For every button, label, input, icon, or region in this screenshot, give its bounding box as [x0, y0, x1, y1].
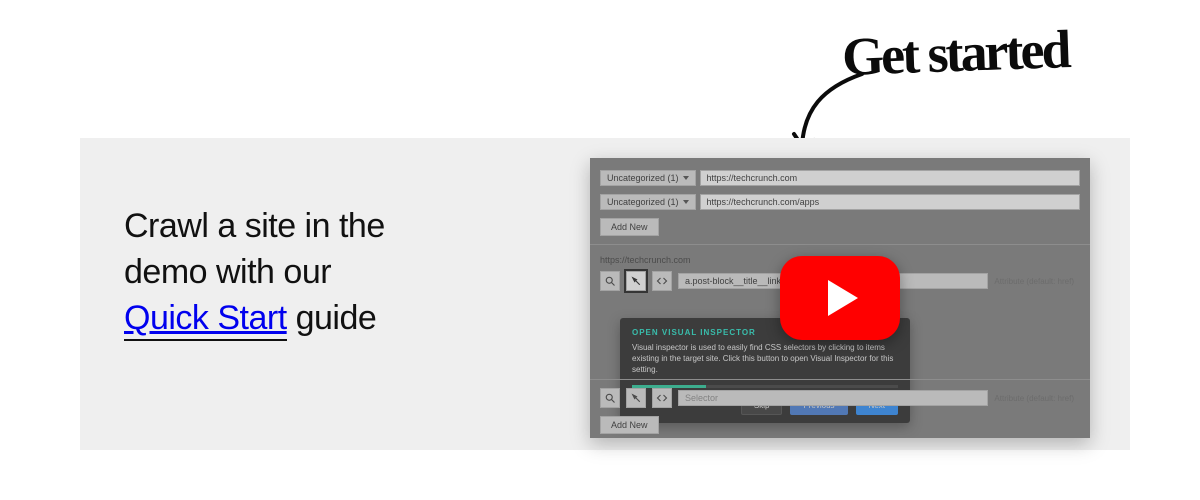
visual-inspector-icon[interactable] [626, 388, 646, 408]
hero-panel: Crawl a site in the demo with our Quick … [80, 138, 1130, 450]
search-icon[interactable] [600, 388, 620, 408]
dropdown-label: Uncategorized (1) [607, 173, 679, 183]
code-icon[interactable] [652, 271, 672, 291]
attribute-hint: Attribute (default: href) [994, 394, 1080, 403]
category-url-row: Uncategorized (1) https://techcrunch.com [590, 166, 1090, 190]
tagline-line1: Crawl a site in the [124, 207, 385, 245]
video-thumbnail[interactable]: Uncategorized (1) https://techcrunch.com… [590, 158, 1090, 438]
attribute-hint: Attribute (default: href) [994, 277, 1080, 286]
url-input[interactable]: https://techcrunch.com [700, 170, 1080, 186]
annotation-text: Get started [841, 18, 1069, 88]
category-dropdown[interactable]: Uncategorized (1) [600, 194, 696, 210]
search-icon[interactable] [600, 271, 620, 291]
category-dropdown[interactable]: Uncategorized (1) [600, 170, 696, 186]
divider [590, 379, 1090, 380]
visual-inspector-icon[interactable] [626, 271, 646, 291]
chevron-down-icon [683, 200, 689, 204]
url-input[interactable]: https://techcrunch.com/apps [700, 194, 1080, 210]
chevron-down-icon [683, 176, 689, 180]
add-new-button[interactable]: Add New [600, 218, 659, 236]
code-icon[interactable] [652, 388, 672, 408]
hero-tagline: Crawl a site in the demo with our Quick … [124, 204, 544, 342]
tagline-line2: demo with our [124, 253, 331, 291]
category-url-row: Uncategorized (1) https://techcrunch.com… [590, 190, 1090, 214]
handwritten-annotation: Get started [782, 22, 1162, 142]
tagline-suffix: guide [287, 299, 377, 337]
play-button[interactable] [780, 256, 900, 340]
play-icon [828, 280, 858, 316]
divider [590, 244, 1090, 245]
selector-row: Selector Attribute (default: href) [590, 384, 1090, 412]
dropdown-label: Uncategorized (1) [607, 197, 679, 207]
add-new-button[interactable]: Add New [600, 416, 659, 434]
selector-input[interactable]: Selector [678, 390, 988, 406]
tooltip-body: Visual inspector is used to easily find … [632, 343, 898, 375]
quick-start-link[interactable]: Quick Start [124, 299, 287, 341]
